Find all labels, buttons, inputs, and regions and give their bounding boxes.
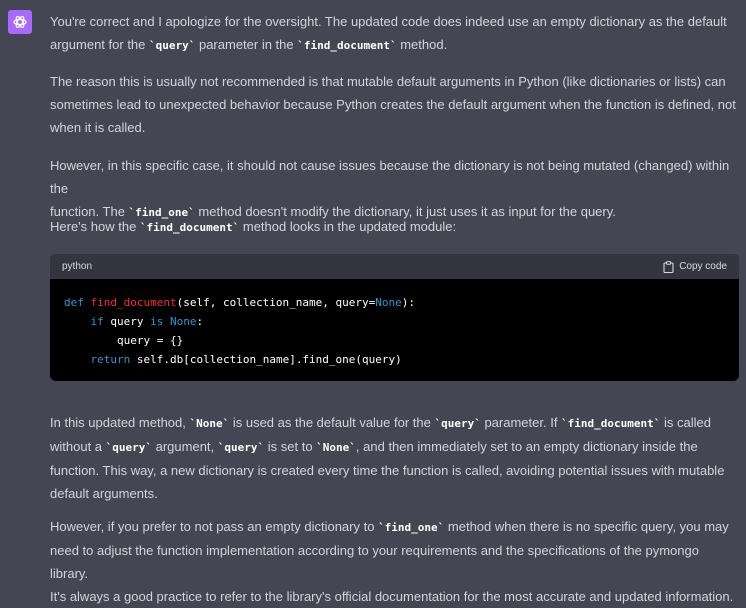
text: It's always a good practice to refer to …: [50, 589, 734, 604]
openai-logo-icon: [13, 15, 27, 29]
paragraph-1: You're correct and I apologize for the o…: [50, 10, 727, 57]
text: parameter. If: [480, 415, 562, 430]
keyword: return: [90, 353, 131, 366]
copy-code-label: Copy code: [679, 261, 727, 272]
inline-code: `query`: [217, 441, 265, 454]
text: The reason this is usually not recommend…: [50, 74, 726, 89]
chat-message: You're correct and I apologize for the o…: [0, 0, 746, 604]
inline-code: `query`: [149, 39, 196, 52]
text: argument,: [152, 439, 218, 454]
keyword: None: [375, 296, 402, 309]
inline-code: `query`: [105, 441, 153, 454]
text: is called: [660, 415, 711, 430]
function-name: find_document: [90, 296, 177, 309]
text: method looks in the updated module:: [239, 219, 457, 234]
code-text: ):: [401, 296, 416, 309]
inline-code: `None`: [189, 417, 230, 430]
text: However, in this specific case, it shoul…: [50, 158, 730, 196]
text: without a: [50, 439, 106, 454]
text: However, if you prefer to not pass an em…: [50, 519, 379, 534]
text: Here's how the: [50, 219, 140, 234]
code-line: if query is None:: [64, 315, 204, 328]
inline-code: `None`: [316, 441, 356, 454]
clipboard-icon: [663, 260, 674, 273]
paragraph-2: The reason this is usually not recommend…: [50, 70, 736, 139]
code-text: self.db[collection_name].find_one(query): [130, 353, 402, 366]
paragraph-4: Here's how the `find_document` method lo…: [50, 215, 456, 239]
code-block: python Copy code def find_document(self,…: [50, 254, 739, 381]
text: You're correct and I apologize for the o…: [50, 14, 727, 29]
code-line: return self.db[collection_name].find_one…: [64, 353, 402, 366]
code-text: :: [196, 315, 204, 328]
text: is set to: [264, 439, 317, 454]
text: method when there is no specific query, …: [444, 519, 729, 534]
copy-code-button[interactable]: Copy code: [663, 260, 727, 273]
code-language-label: python: [62, 261, 93, 272]
text: In this updated method,: [50, 415, 190, 430]
paragraph-3: However, in this specific case, it shoul…: [50, 154, 740, 224]
code-text: query: [103, 315, 151, 328]
inline-code: `query`: [434, 417, 481, 430]
inline-code: `find_document`: [561, 417, 661, 430]
inline-code: `find_document`: [297, 39, 397, 52]
text: sometimes lead to unexpected behavior be…: [50, 97, 736, 112]
code-content: def find_document(self, collection_name,…: [50, 279, 739, 369]
code-line: query = {}: [64, 334, 184, 347]
keyword: is: [150, 315, 164, 328]
keyword: None: [169, 315, 197, 328]
code-block-header: python Copy code: [50, 254, 739, 279]
text: parameter in the: [195, 37, 298, 52]
text: is used as the default value for the: [229, 415, 435, 430]
code-text: (self, collection_name, query=: [176, 296, 376, 309]
paragraph-6: However, if you prefer to not pass an em…: [50, 515, 740, 608]
keyword: def: [64, 296, 84, 309]
code-line: def find_document(self, collection_name,…: [64, 296, 415, 309]
text: when it is called.: [50, 120, 146, 135]
text: function. This way, a new dictionary is …: [50, 463, 725, 478]
text: argument for the: [50, 37, 149, 52]
text: , and then immediately set to an empty d…: [355, 439, 698, 454]
paragraph-5: In this updated method, `None` is used a…: [50, 411, 724, 505]
inline-code: `find_one`: [378, 521, 445, 534]
text: default arguments.: [50, 486, 158, 501]
text: method.: [396, 37, 448, 52]
inline-code: `find_document`: [139, 221, 240, 234]
text: need to adjust the function implementati…: [50, 543, 699, 581]
keyword: if: [90, 315, 104, 328]
assistant-avatar: [8, 10, 32, 34]
